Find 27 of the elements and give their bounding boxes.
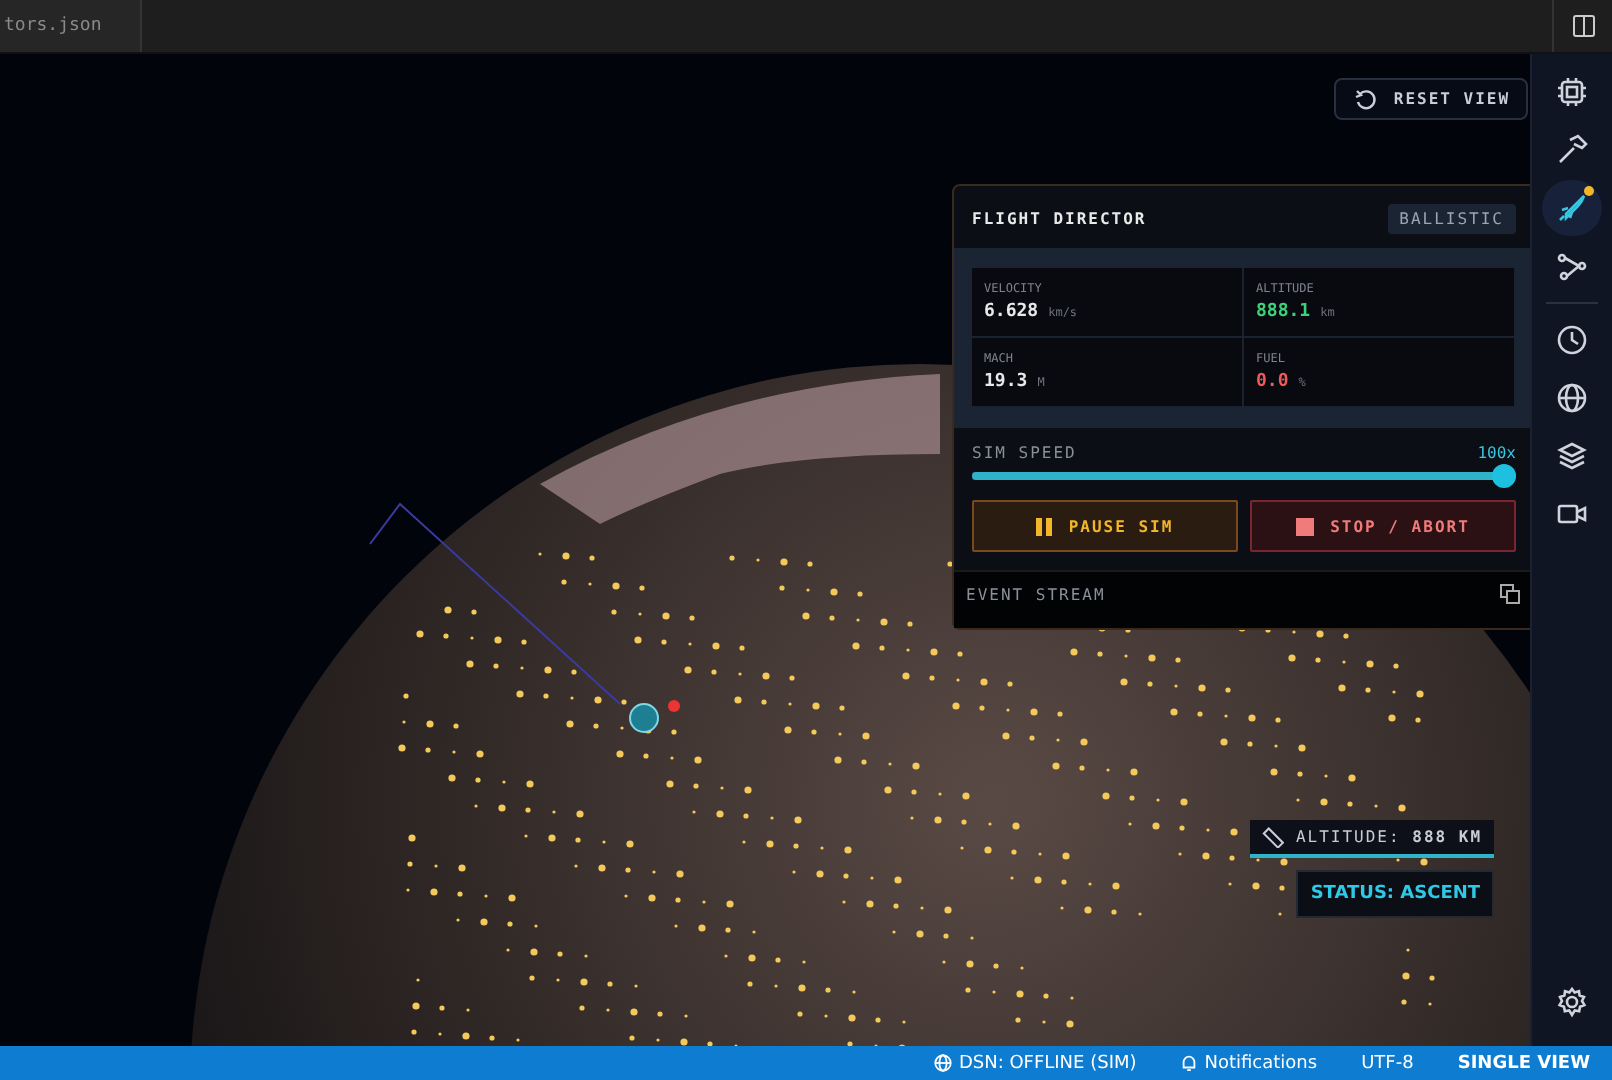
status-bar-item[interactable]: Notifications	[1180, 1053, 1318, 1073]
rocket-icon[interactable]	[1542, 180, 1603, 236]
stop-button[interactable]: STOP / ABORT	[1250, 500, 1516, 552]
altitude-text: ALTITUDE: 888 KM	[1295, 828, 1483, 846]
metric-value: 6.628	[984, 302, 1039, 322]
sim-speed-reading: 100x	[1477, 444, 1516, 462]
status-bar-item[interactable]: SINGLE VIEW	[1457, 1053, 1590, 1073]
metric-value: 19.3	[984, 372, 1028, 392]
bell-icon	[1180, 1054, 1199, 1072]
pause-button[interactable]: PAUSE SIM	[972, 500, 1238, 552]
ruler-icon	[1261, 826, 1284, 848]
metric-value: 888.1	[1256, 302, 1311, 322]
status-bar-item[interactable]: UTF-8	[1361, 1053, 1414, 1073]
globe-icon	[934, 1054, 953, 1072]
stop-icon	[1296, 517, 1315, 535]
pause-icon	[1036, 517, 1053, 535]
reset-view-button[interactable]: RESET VIEW	[1333, 78, 1529, 120]
status-bar-item[interactable]: DSN: OFFLINE (SIM)	[934, 1053, 1137, 1073]
panel-title: FLIGHT DIRECTOR	[972, 210, 1147, 228]
event-stream-label: EVENT STREAM	[966, 585, 1106, 603]
mode-badge: BALLISTIC	[1387, 204, 1516, 234]
metric-value: 0.0	[1256, 372, 1289, 392]
flight-status-label: STATUS: ASCENT	[1296, 870, 1495, 918]
reset-icon	[1353, 87, 1378, 111]
sim-speed-label: SIM SPEED	[972, 444, 1077, 462]
copy-icon[interactable]	[1500, 584, 1520, 604]
file-tab[interactable]: tors.json	[0, 0, 142, 52]
